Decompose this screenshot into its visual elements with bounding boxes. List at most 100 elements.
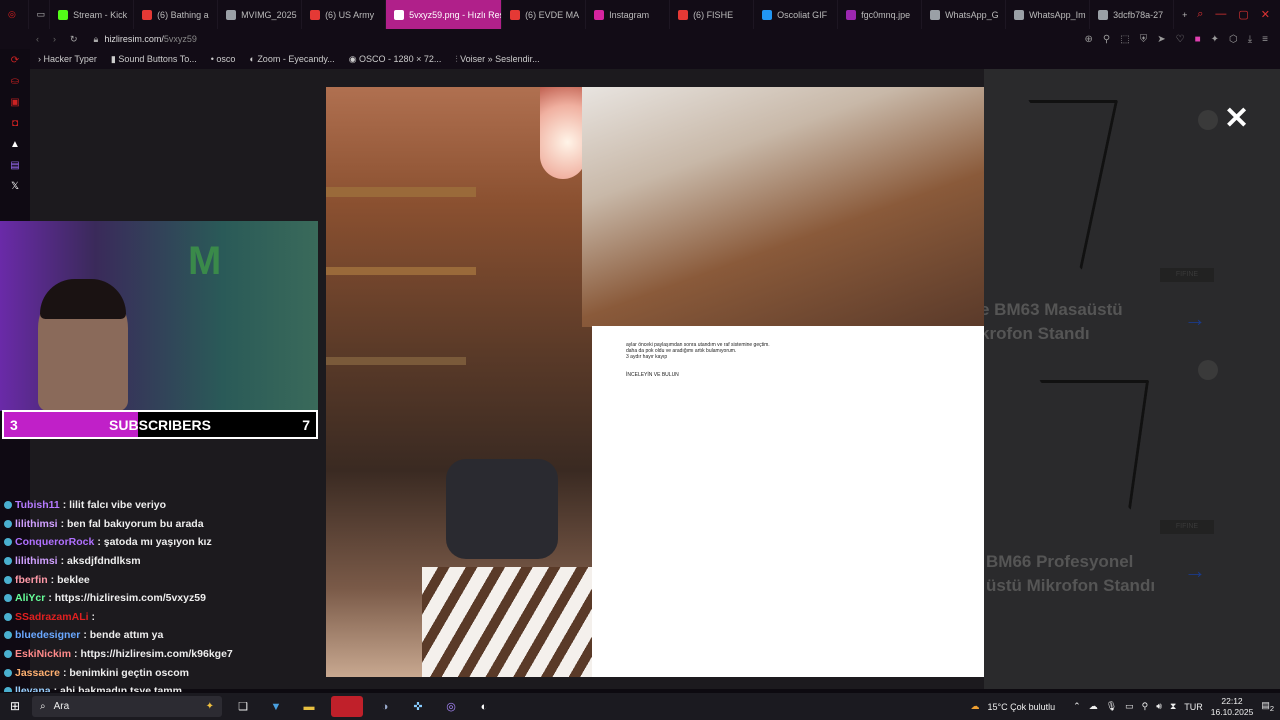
zoom-icon[interactable]: ⊕ bbox=[1085, 34, 1093, 45]
browser-tab[interactable]: fgc0mnq.jpe bbox=[838, 0, 923, 29]
volume-icon[interactable]: 🔊︎ bbox=[1156, 701, 1162, 712]
browser-tab[interactable]: WhatsApp_G bbox=[922, 0, 1007, 29]
opera-gx-icon[interactable]: ◎ bbox=[440, 696, 462, 717]
app-red-icon[interactable] bbox=[331, 696, 363, 717]
bookmark-zoom[interactable]: ◐ Zoom - Eyecandy... bbox=[249, 54, 334, 64]
send-icon[interactable]: ➤ bbox=[1157, 34, 1165, 45]
bag-icon[interactable]: ⛀ bbox=[11, 76, 19, 87]
language-indicator[interactable]: TUR bbox=[1184, 702, 1203, 712]
wallet-icon[interactable]: ⬡ bbox=[1229, 34, 1238, 45]
more-icon[interactable] bbox=[1198, 110, 1218, 130]
browser-tab[interactable]: Stream - Kick bbox=[50, 0, 135, 29]
new-tab-button[interactable]: + bbox=[1174, 0, 1197, 29]
bookmark-osco-1280[interactable]: ◉ OSCO - 1280 × 72... bbox=[349, 54, 442, 65]
chevron-right-icon[interactable]: → bbox=[1184, 558, 1206, 584]
chat-username[interactable]: SSadrazamALi bbox=[15, 611, 89, 623]
aria-icon[interactable]: ⟳ bbox=[11, 55, 19, 66]
browser-tab[interactable]: (6) EVDE MA bbox=[502, 0, 587, 29]
onedrive-icon[interactable]: ☁ bbox=[1089, 701, 1098, 712]
chat-username[interactable]: lilithimsi bbox=[15, 555, 58, 567]
weather-icon[interactable]: ☁ bbox=[971, 701, 980, 712]
browser-tab[interactable]: (6) Bathing a bbox=[134, 0, 219, 29]
reload-button[interactable]: ↻ bbox=[70, 34, 78, 45]
notifications-icon[interactable]: ▤2 bbox=[1261, 700, 1274, 713]
badge-icon bbox=[4, 501, 12, 510]
clock[interactable]: 22:12 16.10.2025 bbox=[1211, 696, 1254, 718]
chat-message: bluedesigner: bende attım ya bbox=[0, 626, 326, 645]
shield-icon[interactable]: ⛨ bbox=[1140, 34, 1148, 45]
browser-tab[interactable]: 3dcfb78a-27 bbox=[1090, 0, 1175, 29]
bookmark-osco[interactable]: • osco bbox=[211, 54, 236, 64]
obs-icon[interactable]: ◐ bbox=[473, 696, 495, 717]
badge-icon bbox=[4, 668, 12, 677]
browser-tab[interactable]: (6) US Army bbox=[302, 0, 387, 29]
browser-tab[interactable]: MVIMG_2025 bbox=[218, 0, 303, 29]
weather-text[interactable]: 15°C Çok bulutlu bbox=[988, 702, 1056, 712]
bookmark-sound-buttons[interactable]: ▮ Sound Buttons To... bbox=[111, 54, 197, 65]
explorer-icon[interactable]: ▼ bbox=[265, 696, 287, 717]
chat-username[interactable]: lilithimsi bbox=[15, 518, 58, 530]
heart-icon[interactable]: ♡ bbox=[1176, 34, 1185, 45]
chat-username[interactable]: fberfin bbox=[15, 574, 48, 586]
maximize-button[interactable]: ▢ bbox=[1238, 8, 1248, 21]
minimize-button[interactable]: — bbox=[1215, 8, 1226, 21]
instagram-icon[interactable]: ◘ bbox=[12, 118, 18, 129]
task-view-icon[interactable]: ❑ bbox=[232, 696, 254, 717]
more-icon[interactable] bbox=[1198, 360, 1218, 380]
chat-username[interactable]: AliYcr bbox=[15, 592, 45, 604]
chat-text: : bbox=[91, 610, 96, 623]
chat-text: : https://hizliresim.com/5vxyz59 bbox=[48, 592, 206, 605]
chat-username[interactable]: llevana bbox=[15, 685, 51, 692]
back-button[interactable]: ‹ bbox=[36, 34, 39, 45]
chat-username[interactable]: bluedesigner bbox=[15, 629, 80, 641]
app-icon[interactable]: ✜ bbox=[407, 696, 429, 717]
search-tabs-icon[interactable]: ⌕ bbox=[1197, 8, 1203, 21]
close-window-button[interactable]: ✕ bbox=[1261, 8, 1270, 21]
network-icon[interactable]: ⚲ bbox=[1142, 701, 1149, 712]
browser-tab[interactable]: Instagram bbox=[586, 0, 671, 29]
browser-tab[interactable]: WhatsApp_Im bbox=[1006, 0, 1091, 29]
extension-icon[interactable]: ■ bbox=[1195, 34, 1201, 45]
pin-icon[interactable]: ⚲ bbox=[1103, 34, 1110, 45]
menu-icon[interactable]: ≡ bbox=[1262, 34, 1268, 45]
badge-icon bbox=[4, 575, 12, 584]
steam-icon[interactable]: ◑ bbox=[374, 696, 396, 717]
bluetooth-icon[interactable]: ⧗ bbox=[1170, 701, 1176, 712]
x-icon[interactable]: 𝕏 bbox=[11, 181, 19, 192]
snapshot-icon[interactable]: ⬚ bbox=[1120, 34, 1129, 45]
browser-tab[interactable]: (6) FISHE bbox=[670, 0, 755, 29]
puzzle-icon[interactable]: ✦ bbox=[1211, 34, 1219, 45]
chat-username[interactable]: Tubish11 bbox=[15, 499, 60, 511]
chat-username[interactable]: Jassacre bbox=[15, 667, 60, 679]
display-icon[interactable]: ▭ bbox=[1125, 701, 1134, 712]
opera-menu-icon[interactable]: ◎ bbox=[0, 0, 29, 29]
browser-tab[interactable]: 5vxyz59.png - Hızlı Res bbox=[386, 0, 503, 29]
chat-username[interactable]: EskiNickim bbox=[15, 648, 71, 660]
mic-icon[interactable]: 🎙︎ bbox=[1106, 701, 1117, 712]
close-lightbox-button[interactable]: ✕ bbox=[1224, 104, 1249, 134]
messenger-icon[interactable]: ▣ bbox=[10, 97, 19, 108]
chat-username[interactable]: ConquerorRock bbox=[15, 536, 94, 548]
browser-tab[interactable]: Oscoliat GIF bbox=[754, 0, 839, 29]
lightbox-image[interactable]: aylar önceki paylaşımdan sonra utandım v… bbox=[326, 87, 984, 677]
twitch-icon[interactable]: ▤ bbox=[10, 160, 19, 171]
forward-button[interactable]: › bbox=[53, 34, 56, 45]
chevron-right-icon[interactable]: → bbox=[1184, 306, 1206, 332]
badge-icon bbox=[4, 650, 12, 659]
brand-badge: FIFINE bbox=[1160, 520, 1214, 534]
bookmark-voiser[interactable]: ⫶ Voiser » Seslendir... bbox=[455, 54, 539, 65]
tab-icon[interactable]: ▭ bbox=[29, 0, 51, 29]
download-icon[interactable]: ⤓ bbox=[1248, 34, 1252, 45]
windows-start-icon[interactable]: ⊞ bbox=[10, 699, 20, 713]
browser-tab-bar: ◎ ▭ Stream - Kick (6) Bathing a MVIMG_2025… bbox=[0, 0, 1280, 29]
tab-favicon-icon bbox=[930, 9, 941, 20]
tab-favicon-icon bbox=[1014, 9, 1025, 20]
chat-text: : ben fal bakıyorum bu arada bbox=[60, 517, 204, 530]
tab-favicon-icon bbox=[594, 9, 605, 20]
url-field[interactable]: 🔒︎ hizliresim.com/5vxyz59 bbox=[94, 34, 197, 45]
folder-icon[interactable]: ▬ bbox=[298, 696, 320, 717]
player-icon[interactable]: ▲ bbox=[10, 139, 20, 150]
taskbar-search[interactable]: ⌕ Ara ✦ bbox=[32, 696, 222, 717]
tray-expand-icon[interactable]: ⌃ bbox=[1073, 701, 1081, 712]
bookmark-hacker-typer[interactable]: › Hacker Typer bbox=[38, 54, 97, 64]
